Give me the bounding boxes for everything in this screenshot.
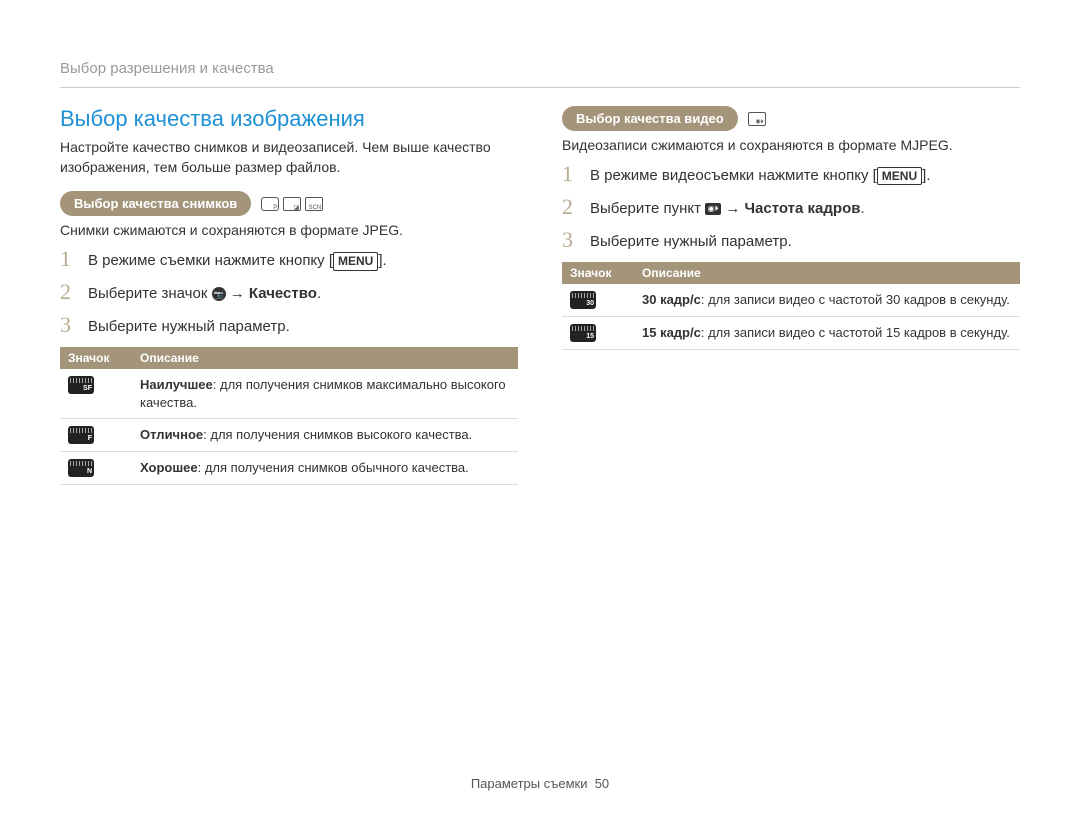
camera-dial-icon: 📷 — [212, 287, 226, 301]
table-header-icon: Значок — [562, 262, 634, 284]
table-row: Наилучшее: для получения снимков максима… — [60, 369, 518, 419]
table-row: Отличное: для получения снимков высокого… — [60, 419, 518, 452]
option-name: 15 кадр/с — [642, 325, 701, 340]
option-desc: : для получения снимков высокого качеств… — [203, 427, 472, 442]
pill-photo-quality: Выбор качества снимков — [60, 191, 251, 216]
steps-list: 1 В режиме съемки нажмите кнопку [MENU].… — [60, 248, 518, 337]
subsection-header: Выбор качества снимков P ◪ SCN — [60, 191, 518, 216]
page-footer: Параметры съемки 50 — [0, 776, 1080, 791]
step-text-part: . — [317, 285, 321, 302]
mode-icons: ◉⏵ — [748, 112, 766, 126]
step-text-part: В режиме видеосъемки нажмите кнопку — [590, 167, 873, 184]
camera-p-icon: P — [261, 197, 279, 211]
subsection-header: Выбор качества видео ◉⏵ — [562, 106, 1020, 131]
scene-icon: SCN — [305, 197, 323, 211]
step-2: 2 Выберите значок 📷 → Качество. — [60, 281, 518, 304]
step-2: 2 Выберите пункт ◉⏵ → Частота кадров. — [562, 196, 1020, 219]
format-note: Снимки сжимаются и сохраняются в формате… — [60, 222, 518, 238]
table-row: 15 кадр/с: для записи видео с частотой 1… — [562, 317, 1020, 350]
step-number: 1 — [60, 248, 78, 270]
section-title: Выбор качества изображения — [60, 106, 518, 132]
option-name: Хорошее — [140, 460, 198, 475]
options-table-photo: Значок Описание Наилучшее: для получения… — [60, 347, 518, 485]
intro-text: Настройте качество снимков и видеозаписе… — [60, 138, 518, 177]
video-mode-icon: ◉⏵ — [748, 112, 766, 126]
table-row: 30 кадр/с: для записи видео с частотой 3… — [562, 284, 1020, 317]
step-text-part: Выберите пункт — [590, 200, 705, 217]
step-text-part: В режиме съемки нажмите кнопку — [88, 252, 329, 269]
breadcrumb: Выбор разрешения и качества — [60, 60, 1020, 88]
options-table-video: Значок Описание 30 кадр/с: для записи ви… — [562, 262, 1020, 350]
option-desc: : для записи видео с частотой 15 кадров … — [701, 325, 1010, 340]
step-number: 2 — [562, 196, 580, 218]
option-desc: : для записи видео с частотой 30 кадров … — [701, 292, 1010, 307]
step-1: 1 В режиме видеосъемки нажмите кнопку [M… — [562, 163, 1020, 186]
step-3: 3 Выберите нужный параметр. — [60, 314, 518, 337]
step-number: 3 — [60, 314, 78, 336]
arrow: → — [721, 200, 744, 217]
menu-button-icon: MENU — [877, 167, 922, 186]
step-text: Выберите нужный параметр. — [88, 314, 290, 337]
step-3: 3 Выберите нужный параметр. — [562, 229, 1020, 252]
table-header-desc: Описание — [132, 347, 518, 369]
dual-icon: ◪ — [283, 197, 301, 211]
step-1: 1 В режиме съемки нажмите кнопку [MENU]. — [60, 248, 518, 271]
step-text-part: . — [926, 167, 930, 184]
mode-icons: P ◪ SCN — [261, 197, 323, 211]
video-camera-icon: ◉⏵ — [705, 203, 721, 215]
step-text-part: Выберите значок — [88, 285, 212, 302]
step-number: 2 — [60, 281, 78, 303]
format-note: Видеозаписи сжимаются и сохраняются в фо… — [562, 137, 1020, 153]
table-header-desc: Описание — [634, 262, 1020, 284]
step-text-part: . — [383, 252, 387, 269]
step-text-part: . — [860, 200, 864, 217]
step-number: 3 — [562, 229, 580, 251]
footer-section: Параметры съемки — [471, 776, 588, 791]
menu-button-icon: MENU — [333, 252, 378, 271]
right-column: Выбор качества видео ◉⏵ Видеозаписи сжим… — [562, 106, 1020, 485]
menu-target: Качество — [249, 285, 317, 302]
pill-video-quality: Выбор качества видео — [562, 106, 738, 131]
option-name: 30 кадр/с — [642, 292, 701, 307]
table-row: Хорошее: для получения снимков обычного … — [60, 452, 518, 485]
step-number: 1 — [562, 163, 580, 185]
fps-30-icon — [570, 291, 596, 309]
quality-n-icon — [68, 459, 94, 477]
table-header-row: Значок Описание — [60, 347, 518, 369]
steps-list: 1 В режиме видеосъемки нажмите кнопку [M… — [562, 163, 1020, 252]
quality-sf-icon — [68, 376, 94, 394]
page-number: 50 — [595, 776, 609, 791]
two-column-layout: Выбор качества изображения Настройте кач… — [60, 106, 1020, 485]
option-desc: : для получения снимков обычного качеств… — [198, 460, 469, 475]
option-name: Наилучшее — [140, 377, 213, 392]
quality-f-icon — [68, 426, 94, 444]
fps-15-icon — [570, 324, 596, 342]
step-text: Выберите нужный параметр. — [590, 229, 792, 252]
option-name: Отличное — [140, 427, 203, 442]
manual-page: Выбор разрешения и качества Выбор качест… — [0, 0, 1080, 815]
arrow: → — [226, 285, 249, 302]
table-header-row: Значок Описание — [562, 262, 1020, 284]
left-column: Выбор качества изображения Настройте кач… — [60, 106, 518, 485]
table-header-icon: Значок — [60, 347, 132, 369]
menu-target: Частота кадров — [745, 200, 861, 217]
